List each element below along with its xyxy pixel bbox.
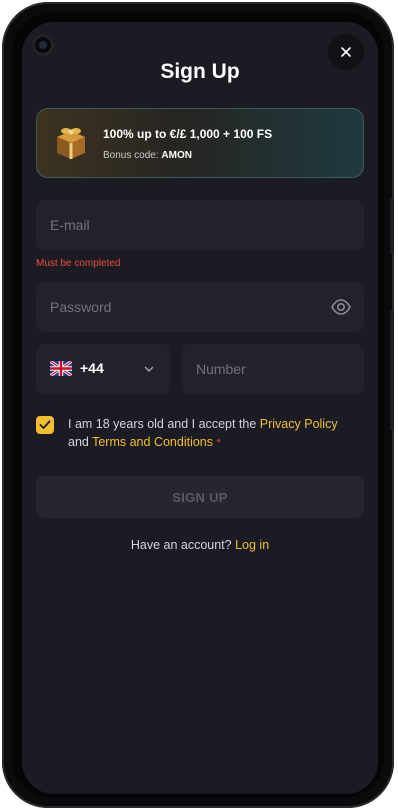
volume-button (390, 310, 394, 430)
bonus-banner: 100% up to €/£ 1,000 + 100 FS Bonus code… (36, 108, 364, 178)
bonus-title: 100% up to €/£ 1,000 + 100 FS (103, 127, 273, 141)
privacy-policy-link[interactable]: Privacy Policy (260, 417, 338, 431)
bonus-code: Bonus code: AMON (103, 150, 192, 161)
password-input[interactable] (36, 282, 364, 332)
phone-number-input[interactable] (182, 344, 364, 394)
login-prompt: Have an account? Log in (22, 538, 378, 552)
phone-number-field[interactable] (182, 344, 364, 394)
sign-up-screen: Sign Up 100% up to €/£ 1,000 + 100 FS Bo… (22, 22, 378, 794)
phone-frame: Sign Up 100% up to €/£ 1,000 + 100 FS Bo… (2, 2, 394, 808)
country-code-select[interactable]: +44 (36, 344, 170, 394)
gift-box-icon (57, 128, 85, 159)
bonus-code-label: Bonus code: (103, 150, 159, 161)
login-link[interactable]: Log in (235, 538, 269, 552)
consent-text-part1: I am 18 years old and I accept the (68, 417, 260, 431)
close-icon (341, 47, 351, 57)
email-input[interactable] (36, 200, 364, 250)
consent-text-part2: and (68, 435, 93, 449)
have-account-text: Have an account? (130, 538, 236, 552)
power-button (390, 198, 394, 254)
age-consent-checkbox[interactable] (36, 416, 54, 434)
front-camera (32, 34, 54, 56)
country-code-value: +44 (80, 360, 104, 376)
email-field[interactable] (36, 200, 364, 250)
chevron-down-icon (144, 366, 154, 372)
eye-icon[interactable] (330, 297, 352, 317)
consent-text: I am 18 years old and I accept the Priva… (68, 415, 358, 452)
page-title: Sign Up (160, 60, 240, 83)
sign-up-button[interactable]: SIGN UP (36, 476, 364, 518)
password-field[interactable] (36, 282, 364, 332)
email-error: Must be completed (36, 258, 121, 269)
terms-link[interactable]: Terms and Conditions (92, 435, 213, 449)
checkmark-icon (39, 420, 51, 429)
uk-flag-icon (50, 361, 72, 376)
bonus-code-value: AMON (161, 150, 192, 161)
required-mark: * (216, 437, 221, 449)
